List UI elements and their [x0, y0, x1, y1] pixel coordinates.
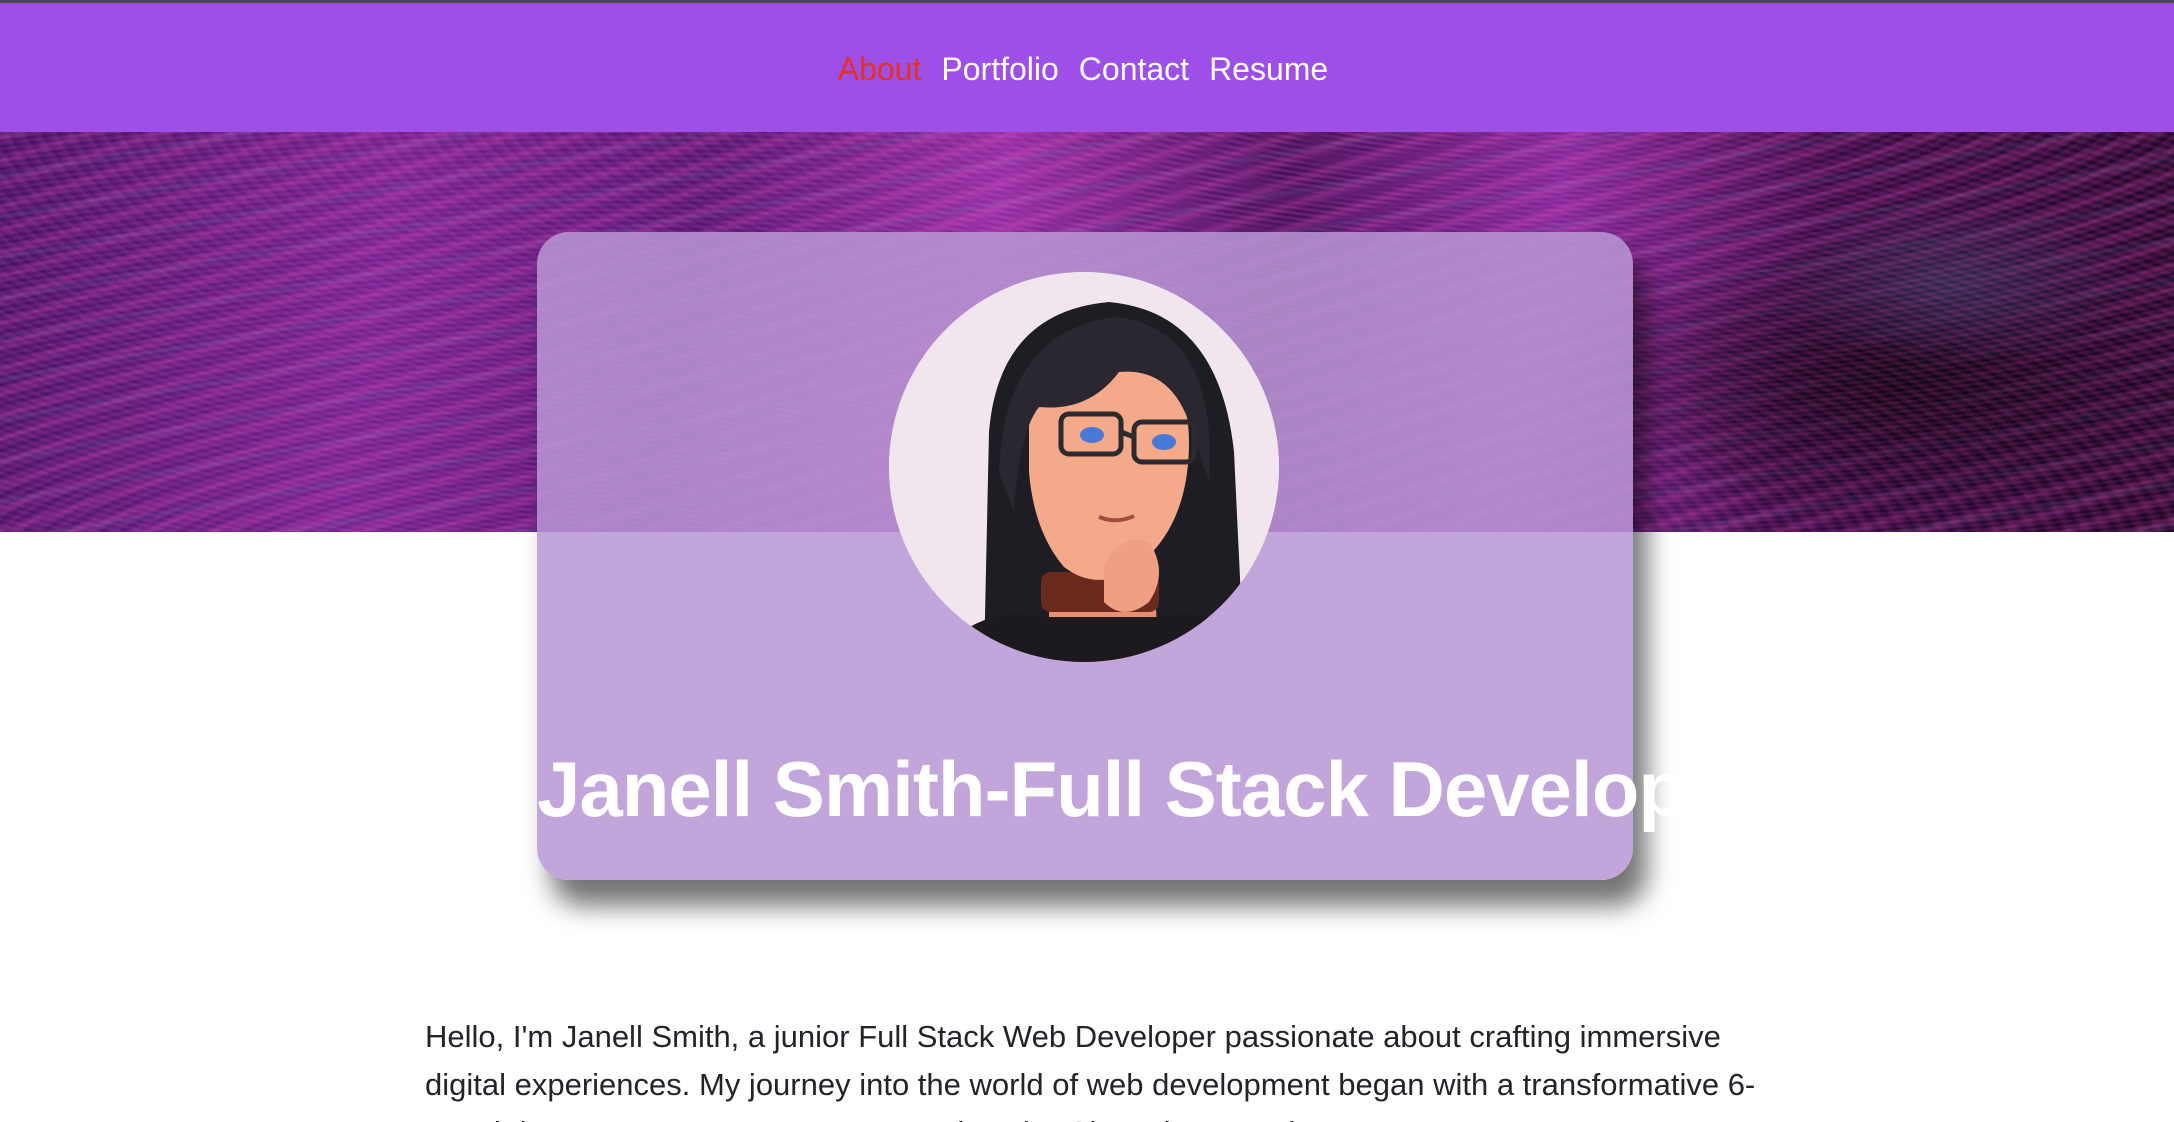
profile-card: Janell Smith-Full Stack Developer: [537, 232, 1758, 880]
nav-link-contact[interactable]: Contact: [1079, 49, 1189, 89]
navbar: About Portfolio Contact Resume: [0, 3, 2174, 132]
nav-link-resume[interactable]: Resume: [1209, 49, 1328, 89]
profile-avatar-icon: [889, 272, 1279, 662]
nav-link-about[interactable]: About: [838, 49, 922, 89]
nav-link-portfolio[interactable]: Portfolio: [941, 49, 1058, 89]
page: About Portfolio Contact Resume Janell Sm…: [0, 0, 2174, 1122]
nav-links: About Portfolio Contact Resume: [0, 49, 2170, 89]
about-paragraph: Hello, I'm Janell Smith, a junior Full S…: [425, 1019, 1756, 1122]
avatar: [889, 272, 1279, 662]
page-title: Janell Smith-Full Stack Developer: [537, 745, 1758, 834]
